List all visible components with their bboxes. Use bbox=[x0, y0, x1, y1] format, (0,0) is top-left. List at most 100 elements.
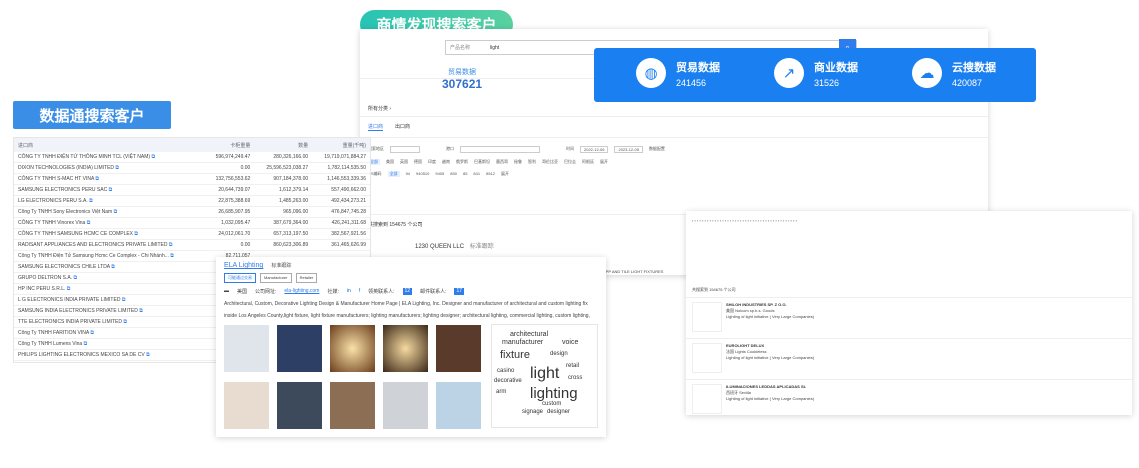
external-link-icon[interactable]: ⧉ bbox=[107, 187, 113, 193]
linkedin-icon[interactable]: in bbox=[347, 288, 351, 295]
importer-name[interactable]: GRUPO DELTRON S.A. ⧉ bbox=[14, 272, 205, 285]
table-row[interactable]: DIXON TECHNOLOGIES (INDIA) LIMITED ⧉ 0.00… bbox=[14, 162, 370, 175]
product-image[interactable] bbox=[224, 382, 269, 429]
importer-name[interactable]: Công Ty TNHH Sony Electronics Việt Nam ⧉ bbox=[14, 206, 205, 219]
tab-importer[interactable]: 进口商 bbox=[368, 123, 384, 131]
importer-name[interactable]: CÔNG TY TNHH SAMSUNG HCMC CE COMPLEX ⧉ bbox=[14, 228, 205, 241]
hs-option[interactable]: 940510 bbox=[416, 171, 429, 177]
importer-name[interactable]: PHILIPS LIGHTING ELECTRONICS MEXICO SA D… bbox=[14, 349, 205, 362]
product-image[interactable] bbox=[277, 382, 322, 429]
hs-option[interactable]: 8512 bbox=[486, 171, 495, 177]
website-link[interactable]: ela-lighting.com bbox=[284, 288, 319, 295]
table-row[interactable]: CÔNG TY TNHH ĐIỆN TỬ THÔNG MINH TCL (VIỆ… bbox=[14, 152, 370, 164]
external-link-icon[interactable]: ⧉ bbox=[133, 231, 138, 237]
facebook-icon[interactable]: f bbox=[359, 288, 360, 295]
table-row[interactable]: CÔNG TY TNHH SAMSUNG HCMC CE COMPLEX ⧉ 24… bbox=[14, 228, 370, 241]
external-link-icon[interactable]: ⧉ bbox=[94, 176, 99, 182]
importer-name[interactable]: HP INC PERU S.R.L. ⧉ bbox=[14, 283, 205, 296]
external-link-icon[interactable]: ⧉ bbox=[120, 297, 126, 303]
area-option[interactable]: 美国 bbox=[386, 159, 394, 165]
area-option[interactable]: 英国 bbox=[400, 159, 408, 165]
importer-name[interactable]: DIXON TECHNOLOGIES (INDIA) LIMITED ⧉ bbox=[14, 162, 205, 175]
product-image[interactable] bbox=[436, 325, 481, 372]
hs-option[interactable]: 展开 bbox=[501, 171, 509, 177]
external-link-icon[interactable]: ⧉ bbox=[167, 242, 173, 248]
importer-name[interactable]: L G ELECTRONICS INDIA PRIVATE LIMITED ⧉ bbox=[14, 294, 205, 307]
product-image[interactable] bbox=[436, 382, 481, 429]
area-option[interactable]: 巴拉圭 bbox=[564, 159, 576, 165]
table-row[interactable]: CÔNG TY TNHH Vinorex Vina ⧉ 1,032,095.47 3… bbox=[14, 217, 370, 230]
external-link-icon[interactable]: ⧉ bbox=[150, 154, 155, 160]
area-option[interactable]: 哥伦比亚 bbox=[542, 159, 558, 165]
product-image[interactable] bbox=[277, 325, 322, 372]
product-image[interactable] bbox=[383, 382, 428, 429]
area-option[interactable]: 巴基斯坦 bbox=[474, 159, 490, 165]
area-option[interactable]: 俄罗斯 bbox=[456, 159, 468, 165]
area-option[interactable]: 阿根廷 bbox=[582, 159, 594, 165]
external-link-icon[interactable]: ⧉ bbox=[89, 330, 94, 336]
area-option[interactable]: 印度 bbox=[428, 159, 436, 165]
external-link-icon[interactable]: ⧉ bbox=[138, 308, 143, 314]
table-row[interactable]: CÔNG TY TNHH S-MAC HT VINA ⧉ 132,756,553.… bbox=[14, 173, 370, 186]
behind-company-name[interactable]: 1230 QUEEN LLC bbox=[415, 244, 464, 250]
area-option[interactable]: 智利 bbox=[528, 159, 536, 165]
table-row[interactable]: SAMSUNG ELECTRONICS PERU SAC ⧉ 20,644,739… bbox=[14, 184, 370, 197]
area-option[interactable]: 展开 bbox=[600, 159, 608, 165]
hs-option[interactable]: 9405 bbox=[435, 171, 444, 177]
product-image[interactable] bbox=[330, 382, 375, 429]
contacts-count[interactable]: 12 bbox=[402, 288, 413, 295]
col-weight[interactable]: 卡柜重量 bbox=[204, 138, 255, 152]
detail-result-item[interactable]: ILUMINACIONES LEDDAS APLICADAS SL 西班牙 Sev… bbox=[686, 379, 1132, 415]
category-breadcrumb[interactable]: 所有分类 › bbox=[360, 101, 988, 117]
importer-name[interactable]: Công Ty TNHH FARITION VINA ⧉ bbox=[14, 327, 205, 340]
importer-name[interactable]: CÔNG TY TNHH S-MAC HT VINA ⧉ bbox=[14, 173, 205, 186]
importer-name[interactable]: Công Ty TNHH Lumens Vina ⧉ bbox=[14, 338, 205, 351]
col-importer[interactable]: 进口商 bbox=[14, 138, 205, 152]
external-link-icon[interactable]: ⧉ bbox=[72, 275, 77, 281]
table-row[interactable]: Công Ty TNHH Sony Electronics Việt Nam ⧉… bbox=[14, 206, 370, 219]
detail-result-item[interactable]: SHILOH INDUSTRIES SP. Z O.O. 美国 Nolcom sp… bbox=[686, 297, 1132, 339]
area-select[interactable] bbox=[390, 146, 420, 153]
external-link-icon[interactable]: ⧉ bbox=[112, 209, 118, 215]
hs-option[interactable]: 85 bbox=[463, 171, 467, 177]
external-link-icon[interactable]: ⧉ bbox=[145, 352, 150, 358]
detail-result-item[interactable]: EUROLIGHT DELUX 法国 Lights Cookieless Ligh… bbox=[686, 338, 1132, 380]
importer-name[interactable]: RADISANT APPLIANCES AND ELECTRONICS PRIV… bbox=[14, 239, 205, 252]
area-option[interactable]: 德国 bbox=[414, 159, 422, 165]
track-button[interactable]: 标准跟踪 bbox=[271, 262, 291, 269]
external-link-icon[interactable]: ⧉ bbox=[122, 319, 127, 325]
area-option[interactable]: 越南 bbox=[442, 159, 450, 165]
filter-select[interactable]: 产品名称 bbox=[450, 44, 470, 51]
col-quantity[interactable]: 数量 bbox=[254, 138, 313, 152]
external-link-icon[interactable]: ⧉ bbox=[85, 220, 91, 226]
importer-name[interactable]: SAMSUNG INDIA ELECTRONICS PRIVATE LIMITE… bbox=[14, 305, 205, 318]
importer-name[interactable]: CÔNG TY TNHH Vinorex Vina ⧉ bbox=[14, 217, 205, 230]
importer-name[interactable]: CÔNG TY TNHH ĐIỆN TỬ THÔNG MINH TCL (VIỆ… bbox=[14, 152, 205, 164]
behind-track[interactable]: 标准跟踪 bbox=[470, 244, 494, 250]
importer-name[interactable]: LG ELECTRONICS PERU S.A. ⧉ bbox=[14, 195, 205, 208]
importer-name[interactable]: Công Ty TNHH Điện Tử Samsung Hcmc Ce Com… bbox=[14, 250, 205, 263]
importer-name[interactable]: SAMSUNG ELECTRONICS CHILE LTDA ⧉ bbox=[14, 261, 205, 274]
company-name[interactable]: ELA Lighting bbox=[224, 262, 263, 269]
external-link-icon[interactable]: ⧉ bbox=[110, 264, 115, 270]
external-link-icon[interactable]: ⧉ bbox=[65, 286, 71, 292]
email-count[interactable]: 17 bbox=[454, 288, 465, 295]
data-config-link[interactable]: 数据配置 bbox=[649, 146, 665, 153]
area-option[interactable]: 墨西哥 bbox=[496, 159, 508, 165]
external-link-icon[interactable]: ⧉ bbox=[114, 165, 119, 171]
importer-name[interactable]: SAMSUNG ELECTRONICS PERU SAC ⧉ bbox=[14, 184, 205, 197]
col-tons[interactable]: 重量(千吨) bbox=[312, 138, 370, 152]
area-option[interactable]: 秘鲁 bbox=[514, 159, 522, 165]
table-row[interactable]: RADISANT APPLIANCES AND ELECTRONICS PRIV… bbox=[14, 239, 370, 252]
importer-name[interactable]: TTE ELECTRONICS INDIA PRIVATE LIMITED ⧉ bbox=[14, 316, 205, 329]
date-end[interactable]: 2023-12-05 bbox=[614, 146, 643, 153]
external-link-icon[interactable]: ⧉ bbox=[88, 198, 93, 204]
hs-option[interactable]: 850 bbox=[450, 171, 457, 177]
table-row[interactable]: LG ELECTRONICS PERU S.A. ⧉ 22,875,388.69 1… bbox=[14, 195, 370, 208]
hs-option[interactable]: 94 bbox=[406, 171, 410, 177]
external-link-icon[interactable]: ⧉ bbox=[82, 341, 88, 347]
product-image[interactable] bbox=[383, 325, 428, 372]
tab-exporter[interactable]: 出口商 bbox=[395, 123, 410, 131]
external-link-icon[interactable]: ⧉ bbox=[169, 253, 174, 259]
product-image[interactable] bbox=[330, 325, 375, 372]
